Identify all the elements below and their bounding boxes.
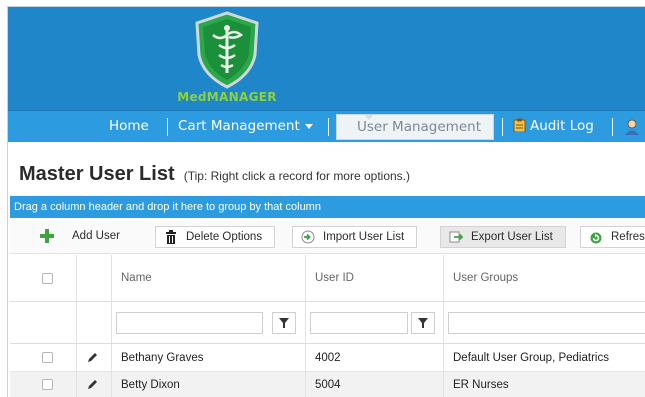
column-header-user-id[interactable]: User ID — [305, 255, 354, 302]
name-filter-button[interactable] — [272, 312, 296, 334]
row-checkbox[interactable] — [42, 379, 53, 390]
refresh-icon — [590, 232, 602, 244]
refresh-label: Refres — [611, 231, 645, 243]
group-drop-area[interactable]: Drag a column header and drop it here to… — [10, 196, 645, 218]
brand-name: MedMANAGER — [177, 90, 277, 104]
cell-user-id: 4002 — [315, 352, 341, 364]
export-user-list-button[interactable]: Export User List — [440, 226, 566, 248]
cell-user-groups: ER Nurses — [453, 379, 509, 391]
nav-audit-log-label: Audit Log — [530, 118, 594, 134]
import-user-list-button[interactable]: Import User List — [292, 226, 418, 248]
filter-icon — [418, 318, 428, 328]
user-groups-filter-input[interactable] — [448, 312, 645, 334]
select-all-checkbox[interactable] — [42, 273, 53, 284]
nav-divider — [167, 118, 168, 136]
column-divider[interactable] — [443, 255, 444, 397]
nav-user-management-label: User Management — [357, 119, 481, 135]
nav-divider — [502, 118, 503, 136]
page-title: Master User List — [19, 163, 175, 185]
table-row[interactable]: Bethany Graves 4002 Default User Group, … — [10, 345, 645, 372]
add-user-button[interactable]: Add User — [38, 226, 132, 248]
grid-header-row: Name User ID User Groups — [10, 255, 645, 302]
column-header-user-groups[interactable]: User Groups — [443, 255, 518, 302]
name-filter-input[interactable] — [116, 312, 263, 334]
main-nav: Home Cart Management User Management Aud… — [8, 110, 645, 142]
column-divider — [76, 255, 77, 397]
trash-icon — [166, 230, 176, 244]
delete-options-button[interactable]: Delete Options — [155, 226, 276, 248]
column-divider[interactable] — [305, 255, 306, 397]
column-header-name[interactable]: Name — [111, 255, 152, 302]
nav-divider — [328, 118, 329, 136]
import-icon — [301, 230, 315, 244]
delete-options-label: Delete Options — [186, 231, 263, 243]
chevron-down-icon — [365, 115, 373, 120]
nav-audit-log[interactable]: Audit Log — [513, 111, 594, 142]
page-heading: Master User List (Tip: Right click a rec… — [19, 163, 410, 186]
cell-user-id: 5004 — [315, 379, 341, 391]
nav-cart-management[interactable]: Cart Management — [178, 111, 313, 142]
nav-home[interactable]: Home — [109, 111, 149, 142]
column-divider — [111, 255, 112, 397]
table-row[interactable]: Betty Dixon 5004 ER Nurses — [10, 372, 645, 397]
cell-user-groups: Default User Group, Pediatrics — [453, 352, 609, 364]
shield-logo-icon — [195, 11, 259, 89]
app-window: MedMANAGER Home Cart Management User Man… — [7, 6, 645, 397]
refresh-button[interactable]: Refres — [580, 226, 645, 248]
chevron-down-icon — [304, 123, 313, 129]
export-user-list-label: Export User List — [471, 231, 553, 243]
import-user-list-label: Import User List — [323, 231, 405, 243]
header-banner: MedMANAGER — [8, 7, 645, 110]
user-icon[interactable] — [625, 119, 639, 135]
filter-icon — [279, 318, 289, 328]
cell-name: Bethany Graves — [121, 352, 204, 364]
edit-icon[interactable] — [86, 352, 98, 364]
nav-cart-management-label: Cart Management — [178, 118, 300, 134]
plus-icon — [40, 229, 54, 243]
user-id-filter-button[interactable] — [411, 312, 435, 334]
cell-name: Betty Dixon — [121, 379, 180, 391]
app-logo[interactable]: MedMANAGER — [166, 11, 288, 107]
clipboard-icon — [513, 118, 526, 133]
user-grid: Name User ID User Groups Bethany Graves … — [10, 255, 645, 397]
edit-icon[interactable] — [86, 379, 98, 391]
grid-filter-row — [10, 303, 645, 344]
page-tip: (Tip: Right click a record for more opti… — [183, 169, 411, 183]
nav-user-management[interactable]: User Management — [336, 114, 494, 140]
row-checkbox[interactable] — [42, 352, 53, 363]
nav-divider — [612, 118, 613, 136]
grid-toolbar: Add User Delete Options Import User List… — [10, 220, 645, 254]
export-icon — [449, 231, 463, 243]
user-id-filter-input[interactable] — [310, 312, 408, 334]
